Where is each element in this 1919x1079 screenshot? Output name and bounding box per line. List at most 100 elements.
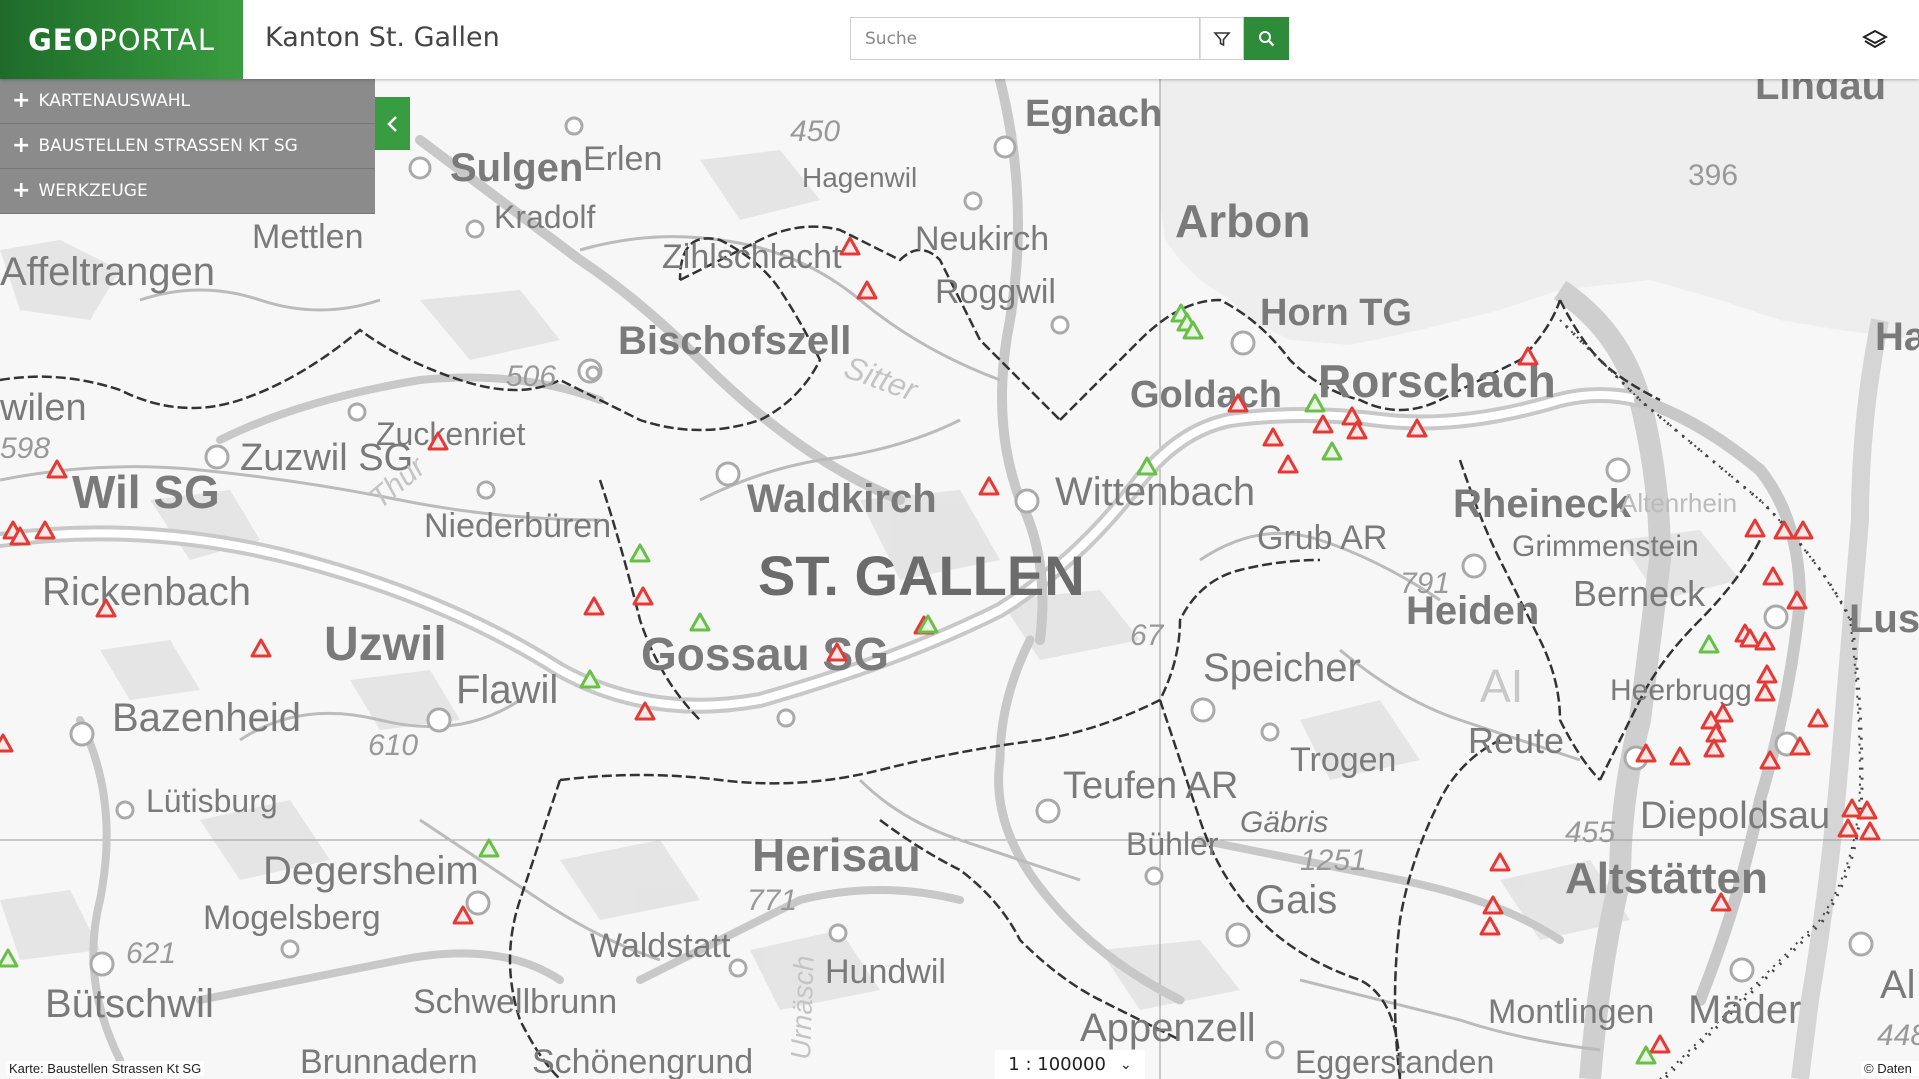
map-label: Zihlschlacht (662, 238, 842, 276)
map-label: wilen (0, 387, 87, 429)
map-label: Goldach (1130, 374, 1282, 416)
map-label: Rickenbach (42, 570, 251, 614)
sidebar-item-label: WERKZEUGE (38, 181, 148, 201)
search-icon (1258, 30, 1274, 46)
page-title: Kanton St. Gallen (265, 22, 500, 53)
map-label: Teufen AR (1063, 765, 1238, 807)
map-label: Rheineck (1453, 482, 1632, 526)
map-label: Appenzell (1080, 1006, 1256, 1050)
map-label: Mäder (1688, 988, 1801, 1032)
map-label: Bazenheid (112, 696, 301, 740)
height-label: 1251 (1300, 844, 1367, 877)
map-label: Lus (1849, 597, 1919, 641)
map-label: Berneck (1573, 573, 1706, 614)
map-label: Waldkirch (747, 477, 937, 521)
map-canvas[interactable]: Lindau Egnach Hagenwil Sulgen Erlen Krad… (0, 79, 1919, 1079)
height-label: 396 (1688, 159, 1738, 192)
map-label: Mettlen (252, 218, 364, 256)
map-label: Bischofszell (618, 319, 851, 363)
map-label: Affeltrangen (0, 250, 215, 294)
layers-icon (1862, 29, 1888, 49)
map-label: Sulgen (450, 146, 583, 190)
filter-icon (1213, 31, 1231, 46)
height-label: 610 (368, 729, 418, 762)
map-label: Wittenbach (1055, 470, 1255, 514)
sidebar-panel: + KARTENAUSWAHL + BAUSTELLEN STRASSEN KT… (0, 79, 375, 214)
map-label: Neukirch (915, 220, 1049, 258)
logo-rest-text: PORTAL (99, 22, 216, 57)
map-label: Gossau SG (641, 628, 889, 680)
map-label: Altenrhein (1620, 488, 1737, 518)
plus-icon: + (12, 88, 31, 113)
map-label: Brunnadern (300, 1043, 478, 1079)
geoportal-logo[interactable]: GEO PORTAL (0, 0, 243, 79)
height-label: 67 (1130, 619, 1165, 652)
logo-bold-text: GEO (27, 22, 100, 57)
sidebar-item-baustellen[interactable]: + BAUSTELLEN STRASSEN KT SG (0, 124, 375, 169)
map-label: Hundwil (825, 953, 946, 991)
map-label: Wil SG (72, 466, 220, 518)
copyright-label: © Daten (1861, 1061, 1919, 1076)
map-label: Uzwil (324, 618, 447, 671)
map-label: Lütisburg (146, 783, 278, 819)
height-label: 791 (1400, 567, 1450, 600)
map-label: Herisau (752, 829, 921, 881)
map-label: Horn TG (1260, 292, 1412, 334)
map-label: Erlen (583, 140, 662, 178)
collapse-panel-button[interactable] (375, 97, 410, 150)
map-label: Heerbrugg (1610, 674, 1752, 707)
height-label: 506 (506, 360, 556, 393)
scale-value: 1 : 100000 (1008, 1054, 1106, 1075)
scale-selector[interactable]: 1 : 100000 ⌄ (995, 1050, 1145, 1079)
filter-button[interactable] (1200, 17, 1244, 60)
map-label: Degersheim (263, 849, 479, 893)
map-label: Gais (1255, 878, 1337, 922)
map-label: Bütschwil (45, 982, 214, 1026)
plus-icon: + (12, 178, 31, 203)
map-label: Al (1880, 963, 1916, 1007)
sidebar-item-werkzeuge[interactable]: + WERKZEUGE (0, 169, 375, 214)
map-label: Hagenwil (802, 162, 917, 193)
map-label: Mogelsberg (203, 899, 381, 937)
sidebar-item-kartenauswahl[interactable]: + KARTENAUSWAHL (0, 79, 375, 124)
map-source-label: Karte: Baustellen Strassen Kt SG (6, 1061, 205, 1076)
map-label: Grimmenstein (1512, 530, 1699, 563)
sidebar-item-label: BAUSTELLEN STRASSEN KT SG (38, 136, 298, 156)
map-label: Roggwil (935, 273, 1056, 311)
sidebar-item-label: KARTENAUSWAHL (38, 91, 190, 111)
map-label: Eggerstanden (1295, 1044, 1494, 1079)
map-label: Waldstatt (590, 927, 731, 965)
search-box (850, 17, 1200, 60)
map-label: Diepoldsau (1640, 795, 1830, 837)
height-label: 450 (790, 115, 840, 148)
height-label: 598 (0, 432, 50, 465)
height-label: 455 (1565, 816, 1615, 849)
height-label: 771 (747, 884, 797, 917)
map-label: AI (1480, 660, 1523, 712)
map-label: Montlingen (1488, 993, 1654, 1031)
map-label: Arbon (1175, 195, 1310, 247)
map-label: ST. GALLEN (758, 544, 1085, 607)
layers-button[interactable] (1860, 25, 1890, 55)
map-label: Egnach (1025, 93, 1162, 135)
chevron-down-icon: ⌄ (1119, 1056, 1132, 1073)
height-label: 621 (126, 937, 176, 970)
search-button[interactable] (1244, 17, 1289, 60)
map-label: Bühler (1126, 826, 1219, 862)
map-label: Kradolf (494, 199, 596, 235)
height-label: 448 (1877, 1019, 1919, 1052)
plus-icon: + (12, 133, 31, 158)
map-label: Altstätten (1565, 854, 1768, 903)
map-label: Grub AR (1257, 519, 1387, 557)
map-label: Speicher (1203, 646, 1361, 690)
map-label: Flawil (456, 668, 558, 712)
map-label: Niederbüren (424, 507, 611, 545)
map-label: Reute (1468, 720, 1564, 761)
map-label: Zuckenriet (376, 416, 526, 452)
search-input[interactable] (851, 18, 1181, 59)
map-label: Schönengrund (532, 1043, 753, 1079)
map-label: Schwellbrunn (413, 983, 617, 1021)
map-label: Trogen (1290, 741, 1396, 779)
map-label: Gäbris (1240, 806, 1328, 839)
chevron-left-icon (386, 115, 397, 132)
